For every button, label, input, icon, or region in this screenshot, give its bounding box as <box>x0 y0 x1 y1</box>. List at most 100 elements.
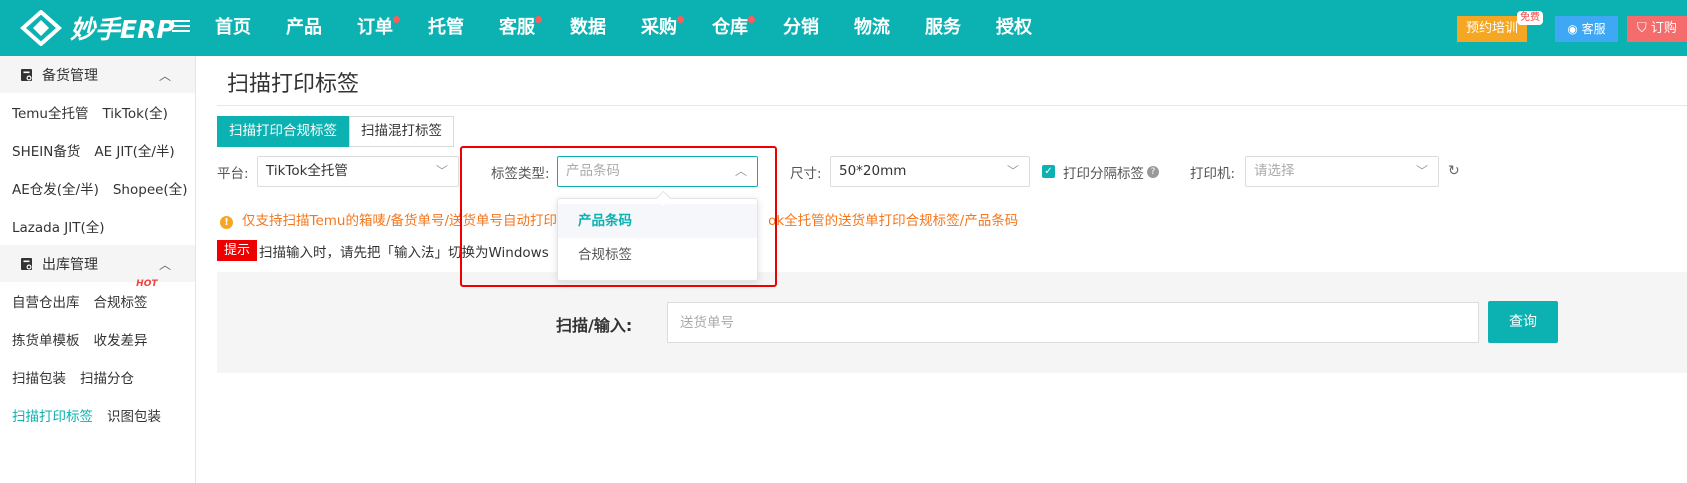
nav-item[interactable]: 仓库 <box>712 0 755 56</box>
sidebar-item-label: 扫描包装 <box>12 371 66 387</box>
platform-value: TikTok全托管 <box>266 163 348 179</box>
sidebar-item-label: SHEIN备货 <box>12 144 81 160</box>
sidebar-item[interactable]: 拣货单模板 <box>12 329 80 349</box>
logo-text: 妙手ERP <box>70 15 175 44</box>
customer-service-button[interactable]: ◉ 客服 <box>1555 16 1618 42</box>
platform-select[interactable]: TikTok全托管 ﹀ <box>257 156 459 187</box>
tip-badge: 提示 <box>217 240 257 261</box>
chevron-down-icon: ﹀ <box>435 164 448 178</box>
page-title: 扫描打印标签 <box>227 72 360 97</box>
nav-item[interactable]: 采购 <box>641 0 684 56</box>
sidebar-item[interactable]: 扫描打印标签 <box>12 405 93 425</box>
sidebar-group-header[interactable]: 出库管理 ︿ <box>0 245 195 282</box>
nav-item[interactable]: 客服 <box>499 0 542 56</box>
sidebar-item[interactable]: Lazada JIT(全) <box>12 216 105 236</box>
scan-input[interactable] <box>667 302 1479 343</box>
nav-item[interactable]: 物流 <box>854 0 890 56</box>
tip-text: 扫描输入时，请先把「输入法」切换为Windows <box>259 245 549 261</box>
sidebar-item[interactable]: TikTok(全) <box>102 102 167 122</box>
notification-dot <box>677 16 684 23</box>
platform-label: 平台: <box>217 166 249 182</box>
sidebar-item[interactable]: 扫描包装 <box>12 367 66 387</box>
sidebar-item-label: 识图包装 <box>107 409 161 425</box>
printer-label: 打印机: <box>1190 166 1236 182</box>
dropdown-option-compliance-label[interactable]: 合规标签 <box>558 238 757 272</box>
sidebar-item[interactable]: 合规标签 HOT <box>94 279 158 311</box>
sidebar-item-label: Shopee(全) <box>112 182 188 198</box>
size-label: 尺寸: <box>790 166 822 182</box>
print-separator-checkbox[interactable]: ✓ <box>1042 165 1055 178</box>
sidebar-item[interactable]: Shopee(全) <box>113 178 188 198</box>
sidebar-row: Lazada JIT(全) <box>0 207 195 245</box>
sidebar-group-header[interactable]: 备货管理 ︿ <box>0 56 195 93</box>
nav-item[interactable]: 服务 <box>925 0 961 56</box>
nav-item[interactable]: 首页 <box>215 0 251 56</box>
dropdown-option-product-barcode[interactable]: 产品条码 <box>558 204 757 238</box>
free-badge: 免费 <box>1517 11 1543 25</box>
sidebar-group-title: 出库管理 <box>42 256 98 273</box>
sidebar-row: SHEIN备货 AE JIT(全/半) <box>0 131 195 169</box>
notification-dot <box>748 16 755 23</box>
sidebar-item-label: 拣货单模板 <box>12 333 80 349</box>
tab-scan-compliance-label[interactable]: 扫描打印合规标签 <box>217 116 349 147</box>
chevron-down-icon: ﹀ <box>1006 164 1019 178</box>
nav-item-label: 客服 <box>499 17 535 38</box>
customer-service-label: 客服 <box>1581 22 1606 36</box>
sidebar-row: Temu全托管 TikTok(全) <box>0 93 195 131</box>
chevron-up-icon: ︿ <box>158 69 171 83</box>
nav-item[interactable]: 托管 <box>428 0 464 56</box>
sidebar-item[interactable]: 自营仓出库 <box>12 291 80 311</box>
label-type-dropdown: 产品条码 合规标签 <box>557 198 758 281</box>
sidebar-row: AE仓发(全/半) Shopee(全) <box>0 169 195 207</box>
sidebar-row: 扫描包装 扫描分仓 <box>0 358 195 396</box>
nav-item[interactable]: 授权 <box>996 0 1032 56</box>
subscribe-label: 订购 <box>1650 21 1677 36</box>
refresh-icon[interactable]: ↻ <box>1448 163 1460 179</box>
printer-select[interactable]: 请选择 ﹀ <box>1245 156 1439 187</box>
nav-item[interactable]: 订单 <box>357 0 400 56</box>
sidebar-item[interactable]: Temu全托管 <box>12 102 88 122</box>
sidebar-item-label: AE仓发(全/半) <box>12 182 99 198</box>
print-separator-label: 打印分隔标签 <box>1063 166 1144 182</box>
sidebar-row: 拣货单模板 收发差异 <box>0 320 195 358</box>
warning-icon: ! <box>220 216 233 229</box>
nav-item[interactable]: 数据 <box>570 0 606 56</box>
logo-icon <box>19 10 63 46</box>
divider <box>217 105 1687 106</box>
sidebar-row: 自营仓出库 合规标签 HOT <box>0 279 195 320</box>
nav-item-label: 分销 <box>783 17 819 38</box>
notice-text-start: 仅支持扫描Temu的箱唛/备货单号/送货单号自动打印 <box>242 213 558 229</box>
nav-item-label: 产品 <box>286 17 322 38</box>
tab-scan-mixed-label[interactable]: 扫描混打标签 <box>349 116 454 147</box>
sidebar-item[interactable]: AE JIT(全/半) <box>94 140 174 160</box>
sidebar-item[interactable]: 识图包装 <box>107 405 161 425</box>
printer-placeholder: 请选择 <box>1254 163 1295 179</box>
sidebar-item-label: 收发差异 <box>93 333 148 349</box>
nav-item-label: 服务 <box>925 17 961 38</box>
nav-item-label: 授权 <box>996 17 1032 38</box>
chevron-up-icon: ︿ <box>158 258 171 272</box>
nav-item-label: 物流 <box>854 17 890 38</box>
subscribe-button[interactable]: ⛉ 订购 <box>1627 16 1687 42</box>
nav-item[interactable]: 分销 <box>783 0 819 56</box>
nav-item-label: 采购 <box>641 17 677 38</box>
sidebar-item[interactable]: SHEIN备货 <box>12 140 80 160</box>
label-type-placeholder: 产品条码 <box>566 163 620 179</box>
sidebar-item[interactable]: 收发差异 <box>94 329 148 349</box>
notification-dot <box>535 16 542 23</box>
sidebar-item[interactable]: 扫描分仓 <box>80 367 134 387</box>
sidebar-item[interactable]: AE仓发(全/半) <box>12 178 99 198</box>
help-icon[interactable]: ? <box>1147 166 1159 178</box>
chevron-up-icon: ︿ <box>734 164 747 178</box>
headset-icon: ◉ <box>1567 22 1578 36</box>
clipboard-icon <box>21 257 32 270</box>
sidebar-row: 扫描打印标签 识图包装 <box>0 396 195 434</box>
sidebar: 备货管理 ︿ Temu全托管 TikTok(全) SHEIN备货 AE JIT(全/半) A… <box>0 56 196 483</box>
size-select[interactable]: 50*20mm ﹀ <box>830 156 1030 187</box>
nav-item-label: 仓库 <box>712 17 748 38</box>
logo[interactable]: 妙手ERP <box>18 10 175 46</box>
nav-item[interactable]: 产品 <box>286 0 322 56</box>
menu-toggle-icon[interactable] <box>172 17 190 35</box>
query-button[interactable]: 查询 <box>1488 301 1558 343</box>
label-type-select[interactable]: 产品条码 ︿ <box>557 156 758 187</box>
